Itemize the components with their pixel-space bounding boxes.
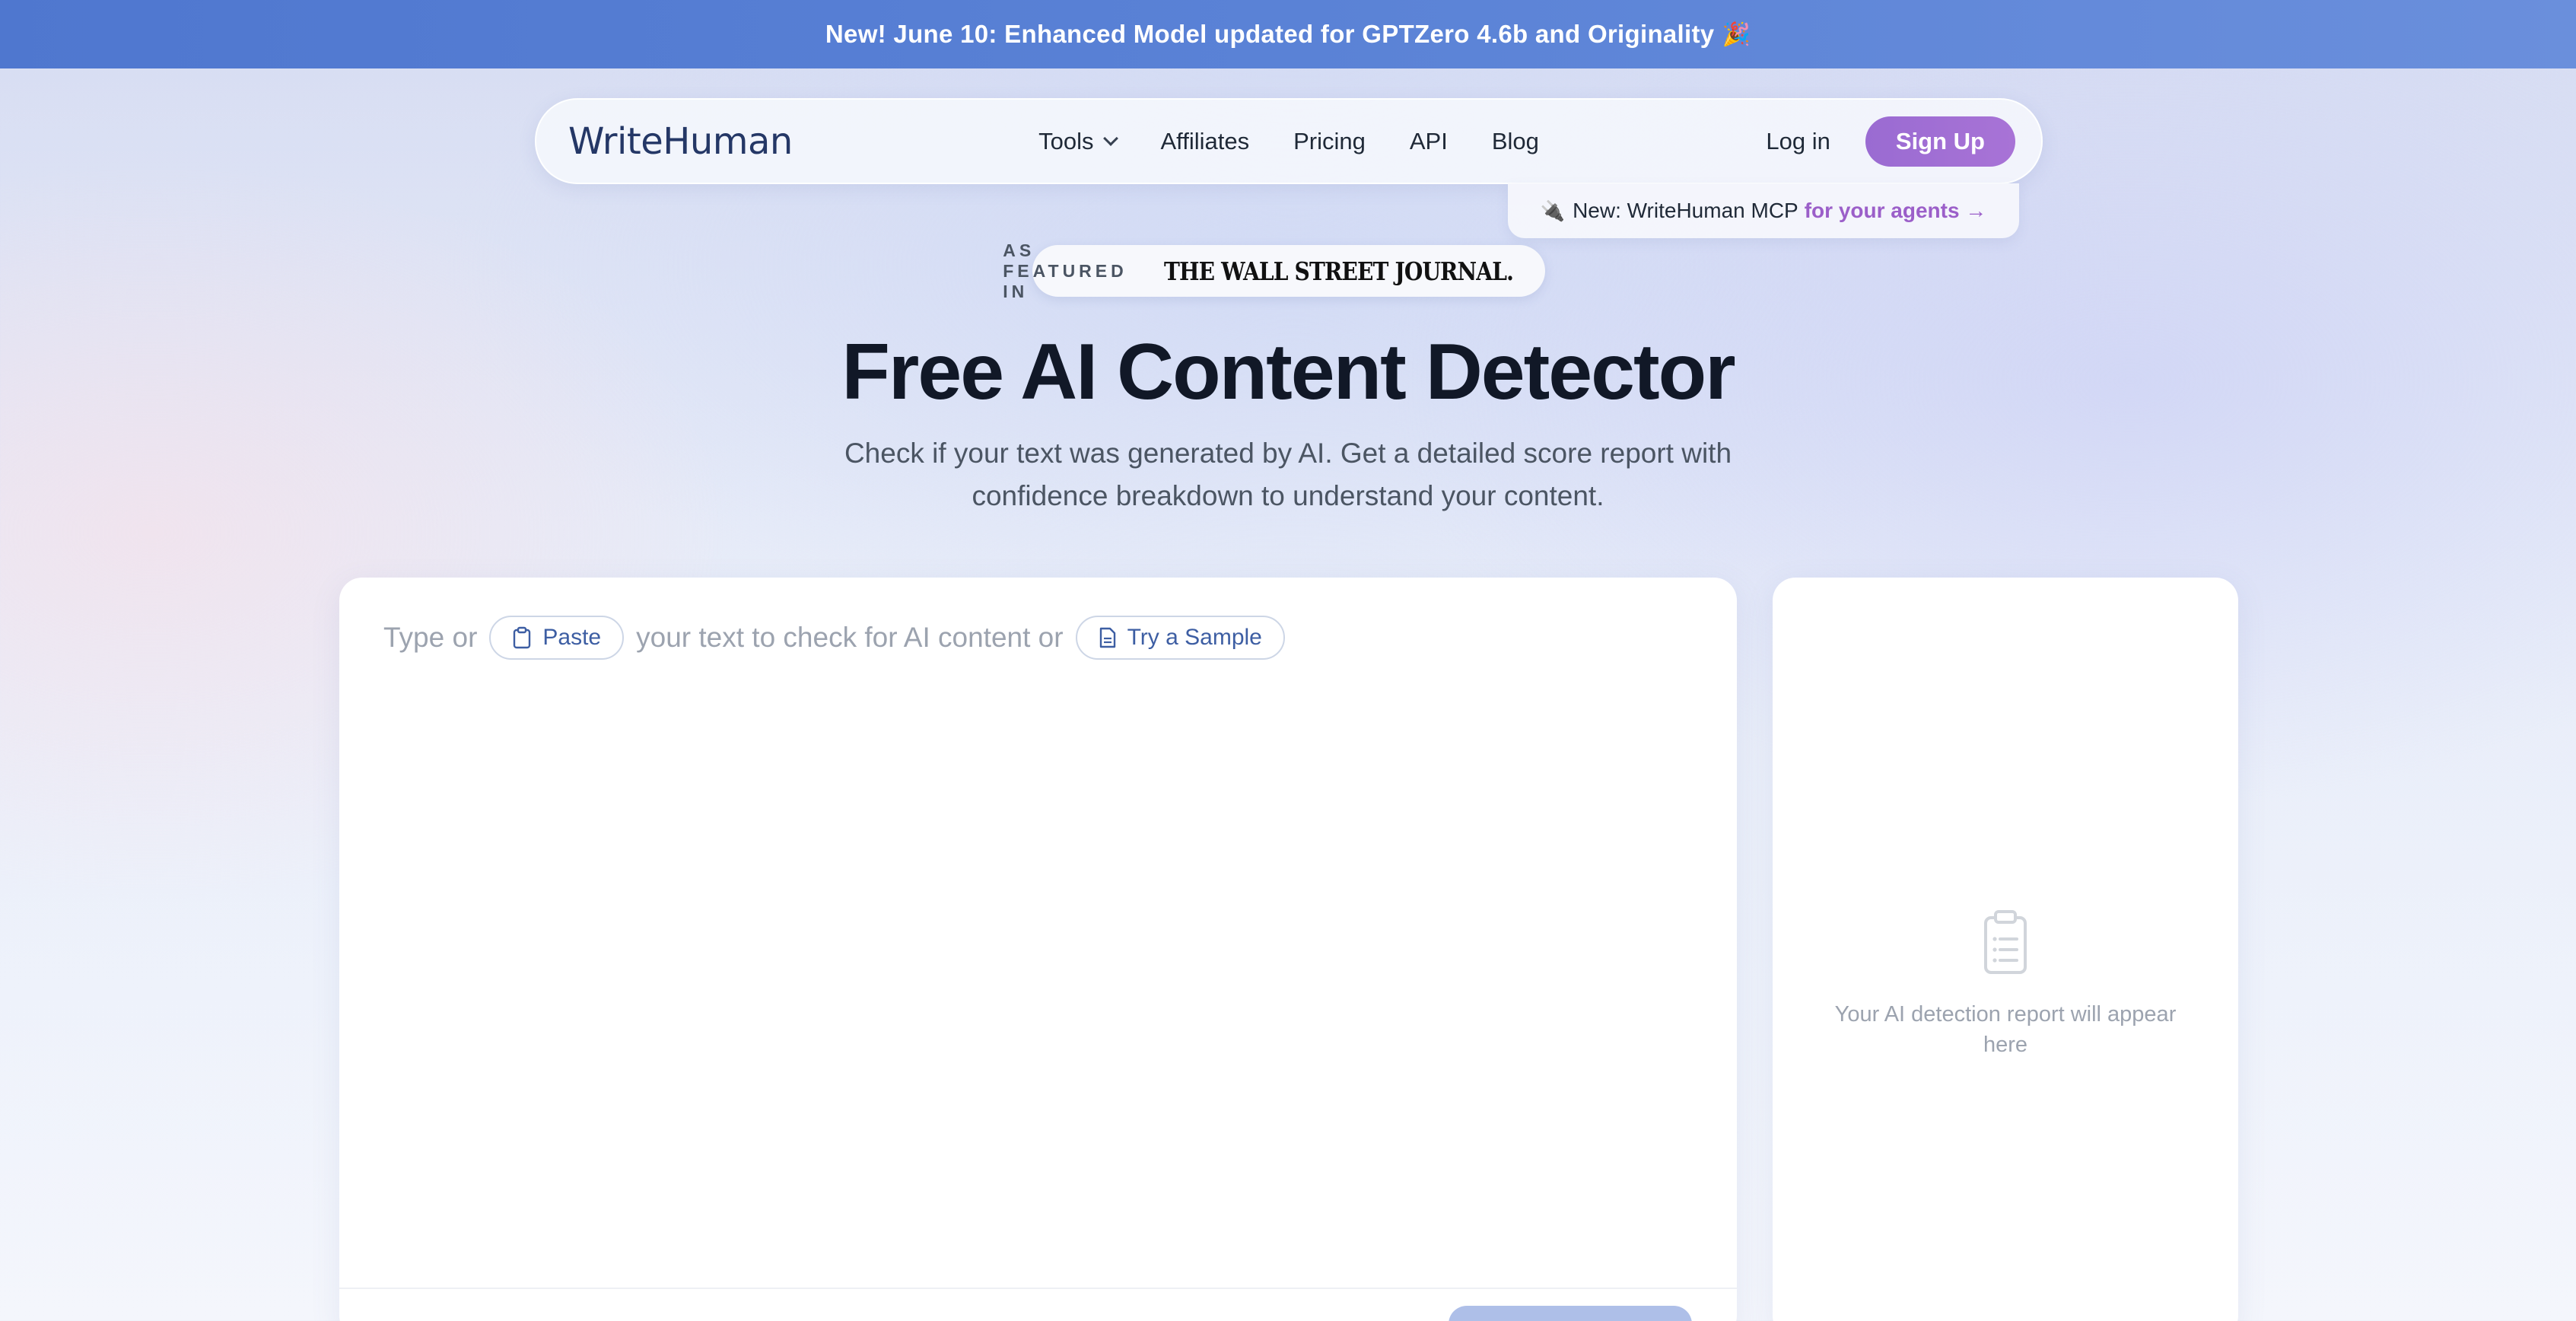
- nav-item-affiliates[interactable]: Affiliates: [1160, 128, 1249, 155]
- clipboard-icon: [514, 626, 531, 649]
- paste-button-label: Paste: [542, 625, 602, 650]
- nav-item-blog[interactable]: Blog: [1492, 128, 1539, 155]
- report-placeholder-text: Your AI detection report will appear her…: [1834, 1002, 2177, 1057]
- editor-footer-divider: [339, 1288, 1737, 1289]
- nav-item-tools-label: Tools: [1038, 127, 1094, 154]
- top-navigation: WriteHuman Tools Affiliates Pricing API …: [535, 98, 2043, 184]
- text-input-card[interactable]: Type or Paste your text to check for AI …: [339, 578, 1737, 1321]
- clipboard-list-icon: [1984, 910, 2027, 974]
- wsj-logo: THE WALL STREET JOURNAL.: [1163, 256, 1514, 286]
- nav-item-pricing[interactable]: Pricing: [1293, 128, 1366, 155]
- report-panel: Your AI detection report will appear her…: [1773, 578, 2238, 1321]
- mcp-announcement-link[interactable]: 🔌 New: WriteHuman MCP for your agents →: [1508, 183, 2019, 238]
- nav-auth: Log in Sign Up: [1766, 116, 2015, 167]
- mcp-accent-text: for your agents →: [1804, 199, 1987, 222]
- input-placeholder-row: Type or Paste your text to check for AI …: [383, 616, 1297, 660]
- document-icon: [1099, 627, 1115, 648]
- login-link[interactable]: Log in: [1766, 128, 1830, 155]
- page-title: Free AI Content Detector: [841, 328, 1735, 416]
- try-sample-button[interactable]: Try a Sample: [1075, 616, 1285, 660]
- signup-button[interactable]: Sign Up: [1865, 116, 2015, 167]
- party-popper-icon: 🎉: [1722, 21, 1751, 47]
- writehuman-logo[interactable]: WriteHuman: [568, 120, 793, 163]
- check-ai-button[interactable]: [1449, 1306, 1692, 1321]
- featured-label: AS FEATURED IN: [1003, 240, 1127, 301]
- plug-icon: 🔌: [1540, 199, 1566, 222]
- prompt-middle-text: your text to check for AI content or: [636, 622, 1064, 653]
- mcp-text: New: WriteHuman MCP: [1573, 199, 1798, 222]
- nav-item-api[interactable]: API: [1410, 128, 1448, 155]
- banner-text: New! June 10: Enhanced Model updated for…: [825, 20, 1715, 48]
- chevron-down-icon: [1103, 130, 1119, 146]
- try-sample-label: Try a Sample: [1127, 625, 1262, 650]
- paste-button[interactable]: Paste: [489, 616, 625, 660]
- prompt-start-text: Type or: [383, 622, 478, 653]
- nav-item-tools[interactable]: Tools: [1038, 127, 1119, 155]
- page-subtitle: Check if your text was generated by AI. …: [844, 438, 1732, 511]
- featured-in-badge: AS FEATURED IN THE WALL STREET JOURNAL.: [1003, 240, 1545, 301]
- announcement-banner[interactable]: New! June 10: Enhanced Model updated for…: [0, 0, 2576, 68]
